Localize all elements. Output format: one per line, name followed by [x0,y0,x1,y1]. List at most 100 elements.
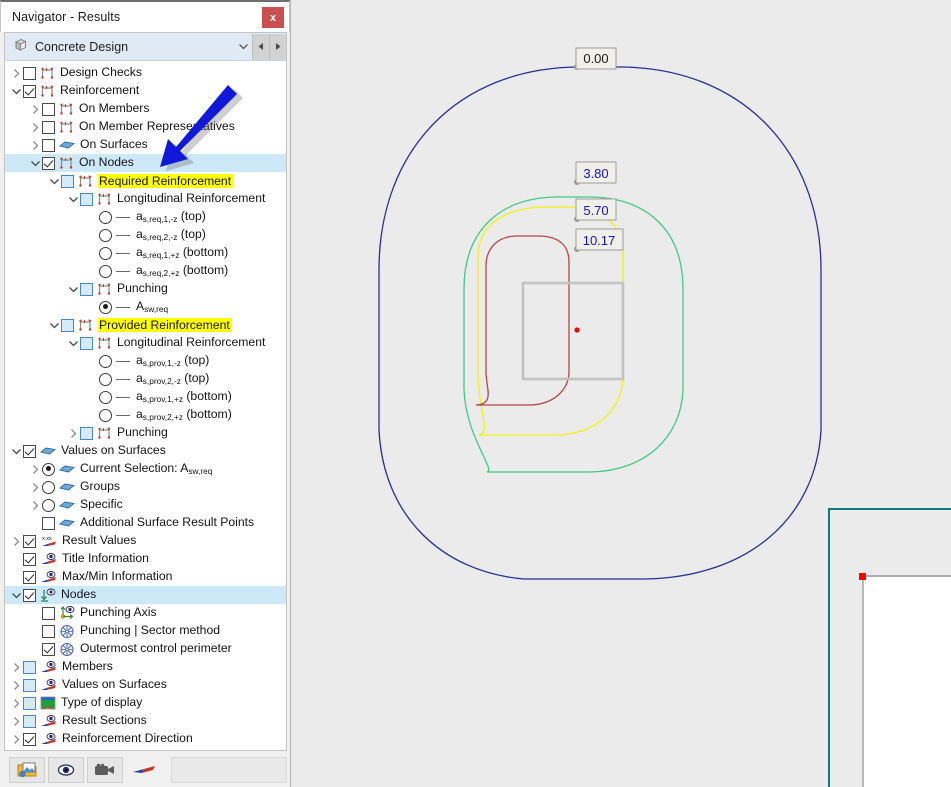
result-arrow-icon[interactable] [126,757,162,783]
tree-row[interactable]: as,req,2,-z (top) [5,226,286,244]
radio-button[interactable] [42,481,55,494]
chevron-down-icon[interactable] [48,316,61,334]
checkbox[interactable] [23,445,36,458]
camera-icon[interactable] [87,757,123,783]
tree-row[interactable]: as,prov,1,-z (top) [5,352,286,370]
tree-row[interactable]: Additional Surface Result Points [5,514,286,532]
results-tree[interactable]: Design ChecksReinforcementOn MembersOn M… [5,61,286,750]
checkbox[interactable] [80,283,93,296]
chevron-down-icon[interactable] [67,280,80,298]
chevron-down-icon[interactable] [67,190,80,208]
radio-button[interactable] [99,391,112,404]
tree-row[interactable]: Design Checks [5,64,286,82]
close-icon[interactable]: x [262,7,284,28]
chevron-down-icon[interactable] [48,172,61,190]
checkbox[interactable] [42,139,55,152]
chevron-down-icon[interactable] [10,82,23,100]
tree-row[interactable]: Provided Reinforcement [5,316,286,334]
chevron-right-icon[interactable] [29,496,42,514]
radio-button[interactable] [99,229,112,242]
tree-row[interactable]: as,req,1,-z (top) [5,208,286,226]
render-image-icon[interactable] [9,757,45,783]
radio-button[interactable] [99,355,112,368]
radio-button[interactable] [99,373,112,386]
tree-row[interactable]: Asw,req [5,298,286,316]
triangle-left-icon[interactable] [252,34,269,60]
tree-row[interactable]: Punching [5,424,286,442]
tree-row[interactable]: Title Information [5,550,286,568]
radio-button[interactable] [99,409,112,422]
design-addon-selector[interactable]: Concrete Design [5,33,286,61]
tree-row[interactable]: On Surfaces [5,136,286,154]
chevron-down-icon[interactable] [234,34,252,60]
radio-button[interactable] [99,211,112,224]
tree-row[interactable]: On Member Representatives [5,118,286,136]
checkbox[interactable] [23,67,36,80]
checkbox[interactable] [61,175,74,188]
tree-row[interactable]: Nodes [5,586,286,604]
chevron-right-icon[interactable] [10,712,23,730]
tree-row[interactable]: Groups [5,478,286,496]
tree-row[interactable]: as,req,2,+z (bottom) [5,262,286,280]
checkbox[interactable] [23,733,36,746]
checkbox[interactable] [80,337,93,350]
radio-button[interactable] [99,301,112,314]
tree-row[interactable]: x.xxResult Values [5,532,286,550]
tree-row[interactable]: Reinforcement Direction [5,730,286,748]
tree-row[interactable]: Values on Surfaces [5,676,286,694]
checkbox[interactable] [42,517,55,530]
eye-display-icon[interactable] [48,757,84,783]
checkbox[interactable] [23,661,36,674]
triangle-right-icon[interactable] [269,34,286,60]
chevron-right-icon[interactable] [29,136,42,154]
tree-row[interactable]: On Nodes [5,154,286,172]
tree-row[interactable]: as,prov,2,+z (bottom) [5,406,286,424]
checkbox[interactable] [80,193,93,206]
tree-row[interactable]: Max/Min Information [5,568,286,586]
chevron-right-icon[interactable] [67,424,80,442]
checkbox[interactable] [23,679,36,692]
tree-row[interactable]: Punching [5,280,286,298]
checkbox[interactable] [42,607,55,620]
checkbox[interactable] [23,589,36,602]
tree-row[interactable]: Reinforcement [5,82,286,100]
radio-button[interactable] [99,265,112,278]
chevron-right-icon[interactable] [10,676,23,694]
tree-row[interactable]: Members [5,658,286,676]
chevron-right-icon[interactable] [29,118,42,136]
tree-row[interactable]: as,req,1,+z (bottom) [5,244,286,262]
chevron-down-icon[interactable] [10,586,23,604]
chevron-down-icon[interactable] [29,154,42,172]
tree-row[interactable]: Result Sections [5,712,286,730]
checkbox[interactable] [42,643,55,656]
chevron-right-icon[interactable] [10,658,23,676]
chevron-down-icon[interactable] [10,442,23,460]
chevron-right-icon[interactable] [29,100,42,118]
tree-row[interactable]: Type of display [5,694,286,712]
chevron-right-icon[interactable] [10,694,23,712]
checkbox[interactable] [61,319,74,332]
tree-row[interactable]: Punching | Sector method [5,622,286,640]
checkbox[interactable] [80,427,93,440]
checkbox[interactable] [23,553,36,566]
tree-row[interactable]: Values on Surfaces [5,442,286,460]
radio-button[interactable] [42,463,55,476]
tree-row[interactable]: as,prov,1,+z (bottom) [5,388,286,406]
checkbox[interactable] [23,715,36,728]
checkbox[interactable] [23,85,36,98]
results-viewport[interactable]: 0.00 3.80 5.70 10.17 [291,0,951,787]
tree-row[interactable]: Longitudinal Reinforcement [5,190,286,208]
tree-row[interactable]: Required Reinforcement [5,172,286,190]
checkbox[interactable] [42,625,55,638]
radio-button[interactable] [42,499,55,512]
tree-row[interactable]: On Members [5,100,286,118]
tree-row[interactable]: Specific [5,496,286,514]
checkbox[interactable] [42,157,55,170]
tree-row[interactable]: as,prov,2,-z (top) [5,370,286,388]
chevron-right-icon[interactable] [10,532,23,550]
chevron-right-icon[interactable] [29,460,42,478]
chevron-right-icon[interactable] [29,478,42,496]
checkbox[interactable] [23,535,36,548]
chevron-right-icon[interactable] [10,730,23,748]
checkbox[interactable] [42,103,55,116]
